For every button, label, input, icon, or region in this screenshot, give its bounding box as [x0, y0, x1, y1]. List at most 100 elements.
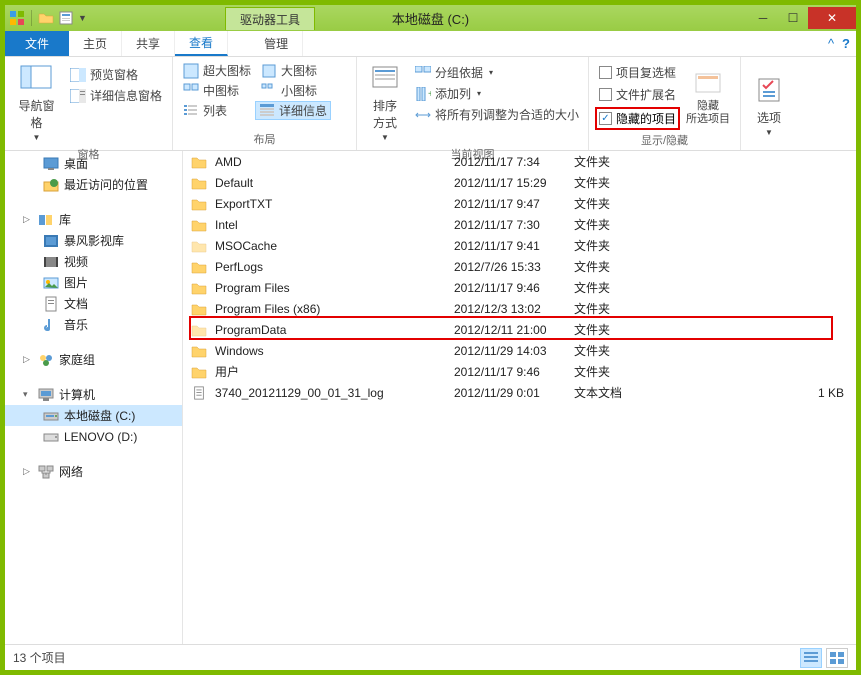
sort-button[interactable]: 排序方式 ▼ — [363, 61, 407, 144]
tools-tab-label[interactable]: 驱动器工具 — [225, 7, 315, 30]
file-list[interactable]: AMD 2012/11/17 7:34 文件夹 Default 2012/11/… — [183, 151, 856, 644]
table-row[interactable]: 3740_20121129_00_01_31_log 2012/11/29 0:… — [183, 382, 856, 403]
ribbon: 导航窗格 ▼ 预览窗格 详细信息窗格 窗格 超大图标 大图标 中图标 小图标 — [5, 57, 856, 151]
nav-computer[interactable]: ▾计算机 — [5, 384, 182, 405]
file-name: Program Files — [213, 281, 454, 295]
collapse-icon[interactable]: ▷ — [23, 466, 33, 477]
details-pane-button[interactable]: 详细信息窗格 — [66, 86, 166, 105]
titlebar: ▼ 驱动器工具 本地磁盘 (C:) ─ ☐ ✕ — [5, 5, 856, 31]
window-title: 本地磁盘 (C:) — [392, 9, 469, 28]
svg-text:+: + — [428, 89, 431, 100]
table-row[interactable]: Program Files (x86) 2012/12/3 13:02 文件夹 — [183, 298, 856, 319]
statusbar: 13 个项目 — [5, 644, 856, 670]
item-checkboxes-toggle[interactable]: 项目复选框 — [595, 63, 680, 82]
group-by-button[interactable]: 分组依据▾ — [411, 63, 583, 82]
folder-icon — [183, 365, 213, 379]
table-row[interactable]: Windows 2012/11/29 14:03 文件夹 — [183, 340, 856, 361]
expand-icon[interactable]: ▾ — [23, 389, 33, 400]
nav-pictures[interactable]: 图片 — [5, 272, 182, 293]
table-row[interactable]: ExportTXT 2012/11/17 9:47 文件夹 — [183, 193, 856, 214]
preview-pane-button[interactable]: 预览窗格 — [66, 65, 166, 84]
nav-storm[interactable]: 暴风影视库 — [5, 230, 182, 251]
nav-videos[interactable]: 视频 — [5, 251, 182, 272]
tab-home[interactable]: 主页 — [69, 31, 122, 56]
table-row[interactable]: Intel 2012/11/17 7:30 文件夹 — [183, 214, 856, 235]
tab-file[interactable]: 文件 — [5, 31, 69, 56]
add-columns-button[interactable]: +添加列▾ — [411, 84, 583, 103]
file-type: 文件夹 — [574, 237, 654, 254]
file-name: MSOCache — [213, 239, 454, 253]
hidden-items-toggle[interactable]: ✓隐藏的项目 — [595, 107, 680, 130]
collapse-icon[interactable]: ▷ — [23, 354, 33, 365]
folder-icon — [183, 386, 213, 400]
file-name: AMD — [213, 155, 454, 169]
nav-recent[interactable]: 最近访问的位置 — [5, 174, 182, 195]
help-icon[interactable]: ? — [842, 36, 850, 51]
collapse-icon[interactable]: ▷ — [23, 214, 33, 225]
nav-pane[interactable]: 桌面 最近访问的位置 ▷库 暴风影视库 视频 图片 文档 音乐 ▷家庭组 ▾计算… — [5, 151, 183, 644]
properties-icon[interactable] — [58, 10, 74, 26]
file-date: 2012/11/29 0:01 — [454, 386, 574, 400]
dropdown-icon[interactable]: ▼ — [78, 13, 87, 23]
nav-c-drive[interactable]: 本地磁盘 (C:) — [5, 405, 182, 426]
maximize-button[interactable]: ☐ — [778, 7, 808, 29]
view-details[interactable]: 详细信息 — [255, 101, 331, 120]
table-row[interactable]: Default 2012/11/17 15:29 文件夹 — [183, 172, 856, 193]
file-date: 2012/11/17 9:46 — [454, 365, 574, 379]
table-row[interactable]: 用户 2012/11/17 9:46 文件夹 — [183, 361, 856, 382]
folder-icon — [183, 218, 213, 232]
nav-pane-button[interactable]: 导航窗格 ▼ — [11, 61, 62, 144]
file-type: 文件夹 — [574, 258, 654, 275]
file-type: 文件夹 — [574, 363, 654, 380]
file-type: 文本文档 — [574, 384, 654, 401]
folder-icon — [183, 281, 213, 295]
folder-icon — [183, 239, 213, 253]
table-row[interactable]: AMD 2012/11/17 7:34 文件夹 — [183, 151, 856, 172]
hide-selected-button[interactable]: 隐藏 所选项目 — [684, 61, 732, 130]
nav-documents[interactable]: 文档 — [5, 293, 182, 314]
tab-share[interactable]: 共享 — [122, 31, 175, 56]
file-name: Default — [213, 176, 454, 190]
group-panes-label: 窗格 — [11, 144, 166, 165]
file-size: 1 KB — [654, 386, 856, 400]
tab-view[interactable]: 查看 — [175, 31, 228, 56]
size-columns-button[interactable]: 将所有列调整为合适的大小 — [411, 105, 583, 124]
nav-libraries[interactable]: ▷库 — [5, 209, 182, 230]
file-type: 文件夹 — [574, 321, 654, 338]
minimize-ribbon-icon[interactable]: ^ — [828, 36, 834, 51]
folder-icon — [183, 176, 213, 190]
file-name: ProgramData — [213, 323, 454, 337]
nav-music[interactable]: 音乐 — [5, 314, 182, 335]
file-name: Program Files (x86) — [213, 302, 454, 316]
file-date: 2012/11/17 9:46 — [454, 281, 574, 295]
file-date: 2012/11/17 9:47 — [454, 197, 574, 211]
menubar: 文件 主页 共享 查看 管理 ^ ? — [5, 31, 856, 57]
table-row[interactable]: PerfLogs 2012/7/26 15:33 文件夹 — [183, 256, 856, 277]
minimize-button[interactable]: ─ — [748, 7, 778, 29]
nav-d-drive[interactable]: LENOVO (D:) — [5, 426, 182, 447]
view-large[interactable]: 大图标 — [257, 61, 321, 80]
table-row[interactable]: MSOCache 2012/11/17 9:41 文件夹 — [183, 235, 856, 256]
file-name: ExportTXT — [213, 197, 454, 211]
table-row[interactable]: Program Files 2012/11/17 9:46 文件夹 — [183, 277, 856, 298]
nav-homegroup[interactable]: ▷家庭组 — [5, 349, 182, 370]
options-button[interactable]: 选项 ▼ — [747, 61, 791, 150]
folder-icon — [183, 323, 213, 337]
file-type: 文件夹 — [574, 174, 654, 191]
view-list[interactable]: 列表 — [179, 101, 231, 120]
close-button[interactable]: ✕ — [808, 7, 856, 29]
nav-network[interactable]: ▷网络 — [5, 461, 182, 482]
view-small[interactable]: 小图标 — [257, 81, 321, 100]
tab-manage[interactable]: 管理 — [250, 31, 303, 56]
file-name: PerfLogs — [213, 260, 454, 274]
thumbnails-view-button[interactable] — [826, 648, 848, 668]
file-type: 文件夹 — [574, 195, 654, 212]
file-date: 2012/11/17 15:29 — [454, 176, 574, 190]
file-date: 2012/12/11 21:00 — [454, 323, 574, 337]
table-row[interactable]: ProgramData 2012/12/11 21:00 文件夹 — [183, 319, 856, 340]
view-medium[interactable]: 中图标 — [179, 81, 243, 100]
view-extra-large[interactable]: 超大图标 — [179, 61, 255, 80]
new-folder-icon[interactable] — [38, 10, 54, 26]
file-extensions-toggle[interactable]: 文件扩展名 — [595, 85, 680, 104]
details-view-button[interactable] — [800, 648, 822, 668]
